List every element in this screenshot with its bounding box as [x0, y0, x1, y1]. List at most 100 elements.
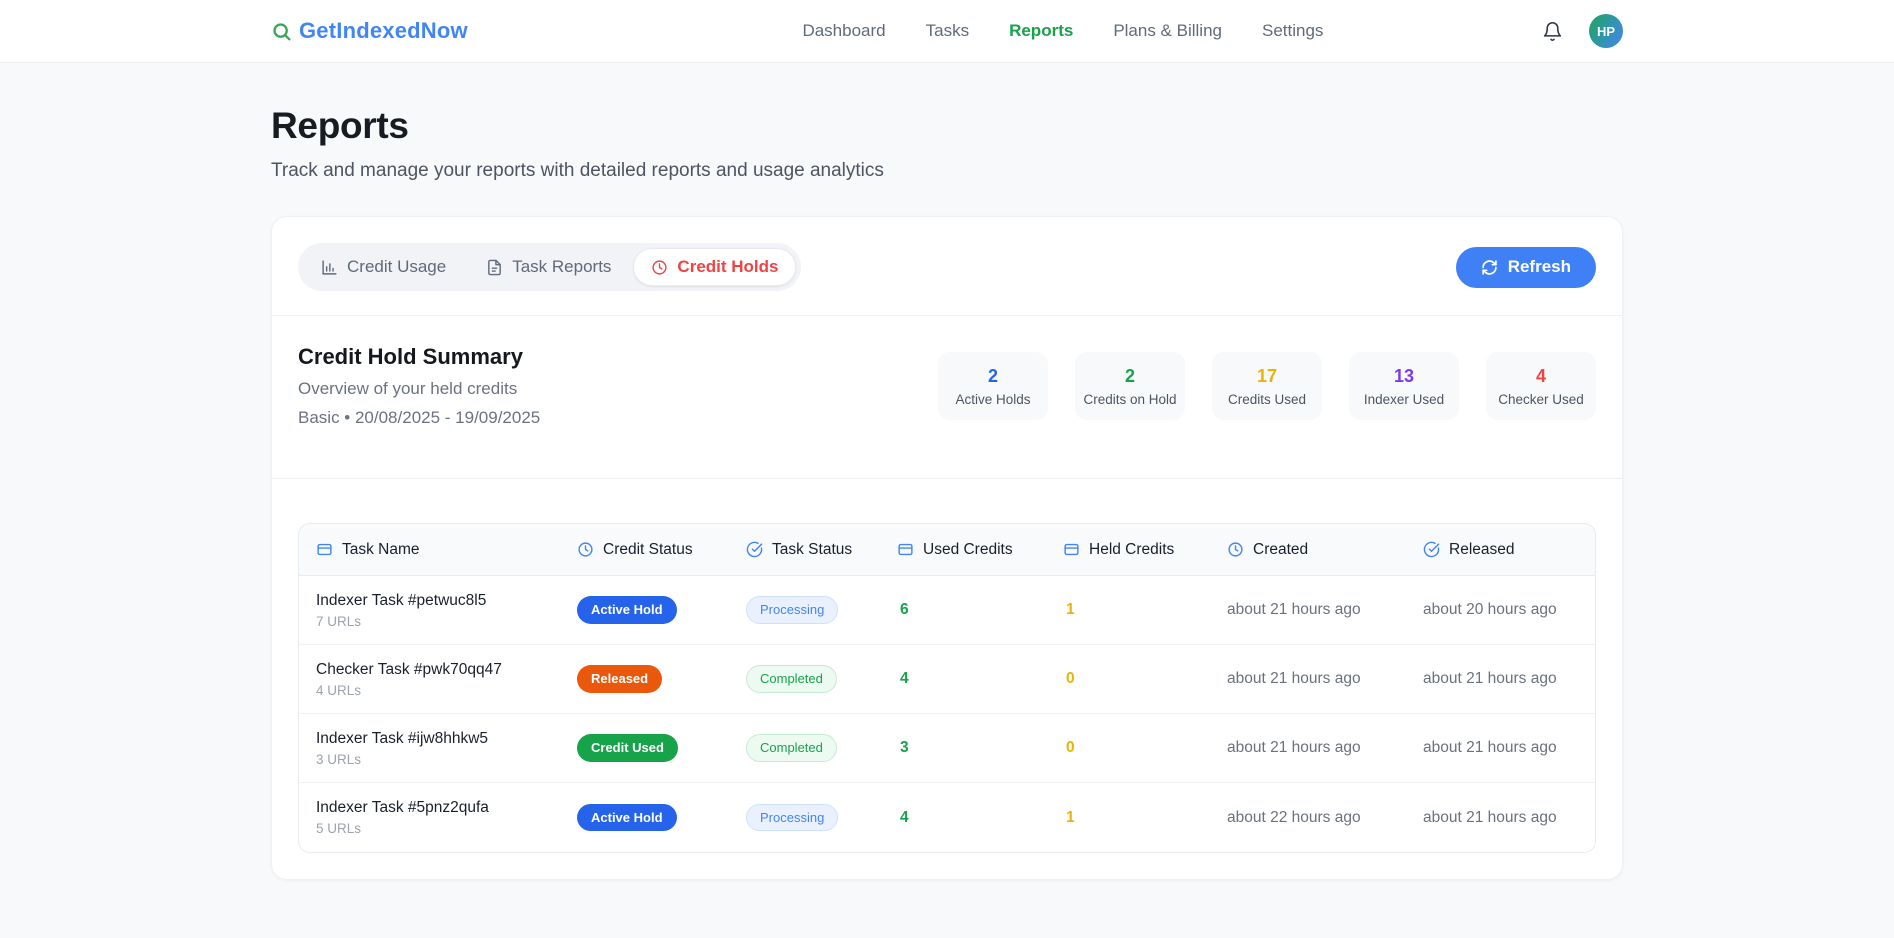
bell-icon [1542, 21, 1563, 42]
summary-subtitle: Overview of your held credits [298, 379, 540, 399]
check-circle-icon [1423, 541, 1440, 558]
stat-label: Credits Used [1218, 392, 1316, 407]
task-name: Indexer Task #petwuc8l5 [316, 592, 577, 610]
nav-item-tasks[interactable]: Tasks [926, 21, 969, 41]
column-header-credit-status: Credit Status [577, 541, 746, 559]
released-time: about 21 hours ago [1423, 739, 1595, 757]
nav-item-reports[interactable]: Reports [1009, 21, 1073, 41]
task-status-cell: Completed [746, 734, 897, 762]
stat-card-active-holds: 2Active Holds [938, 352, 1048, 420]
released-time: about 21 hours ago [1423, 670, 1595, 688]
stat-value: 13 [1355, 366, 1453, 387]
plan-period: Basic • 20/08/2025 - 19/09/2025 [298, 408, 540, 428]
brand-logo[interactable]: GetIndexedNow [271, 18, 468, 44]
tab-credit-usage[interactable]: Credit Usage [303, 248, 464, 286]
card-icon [897, 541, 914, 558]
credit-status-cell: Active Hold [577, 596, 746, 624]
stat-card-checker-used: 4Checker Used [1486, 352, 1596, 420]
stat-label: Checker Used [1492, 392, 1590, 407]
column-header-task-name: Task Name [299, 541, 577, 559]
column-label: Credit Status [603, 541, 693, 559]
column-header-released: Released [1423, 541, 1595, 559]
refresh-label: Refresh [1508, 257, 1571, 277]
page-title: Reports [271, 105, 1623, 147]
task-status-cell: Processing [746, 596, 897, 624]
tab-credit-holds[interactable]: Credit Holds [633, 248, 796, 286]
stat-card-credits-on-hold: 2Credits on Hold [1075, 352, 1185, 420]
created-time: about 21 hours ago [1227, 601, 1423, 619]
column-label: Used Credits [923, 541, 1013, 559]
column-header-task-status: Task Status [746, 541, 897, 559]
used-credits-value: 6 [897, 601, 1063, 619]
table-header: Task Name Credit Status Task Status Used Cr… [299, 524, 1595, 576]
column-label: Held Credits [1089, 541, 1174, 559]
card-icon [316, 541, 333, 558]
held-credits-value: 0 [1063, 670, 1227, 688]
stat-card-indexer-used: 13 Indexer Used [1349, 352, 1459, 420]
tab-task-reports[interactable]: Task Reports [468, 248, 629, 286]
credit-status-badge: Released [577, 665, 662, 693]
tab-label: Task Reports [512, 257, 611, 277]
held-credits-value: 0 [1063, 739, 1227, 757]
task-status-pill: Processing [746, 804, 838, 832]
table-row: Checker Task #pwk70qq47 4 URLsReleased Com… [299, 645, 1595, 714]
credit-status-badge: Credit Used [577, 734, 678, 762]
column-label: Task Name [342, 541, 420, 559]
search-icon [271, 21, 292, 42]
page-subtitle: Track and manage your reports with detai… [271, 160, 1623, 182]
file-icon [486, 259, 503, 276]
summary-stats: 2Active Holds 2Credits on Hold 17Credits U… [938, 352, 1596, 420]
task-status-cell: Completed [746, 665, 897, 693]
created-time: about 21 hours ago [1227, 670, 1423, 688]
column-label: Created [1253, 541, 1308, 559]
released-time: about 21 hours ago [1423, 809, 1595, 827]
credit-status-cell: Released [577, 665, 746, 693]
column-header-used-credits: Used Credits [897, 541, 1063, 559]
column-header-created: Created [1227, 541, 1423, 559]
nav-item-plans-billing[interactable]: Plans & Billing [1113, 21, 1222, 41]
main-nav: Dashboard Tasks Reports Plans & Billing Sett… [682, 21, 1323, 41]
task-status-pill: Completed [746, 665, 837, 693]
reports-card: Credit Usage Task Reports Credit Holds Ref… [271, 216, 1623, 880]
notifications-button[interactable] [1538, 17, 1567, 46]
task-name: Checker Task #pwk70qq47 [316, 661, 577, 679]
card-icon [1063, 541, 1080, 558]
task-url-count: 7 URLs [316, 614, 577, 629]
task-status-pill: Processing [746, 596, 838, 624]
stat-value: 2 [1081, 366, 1179, 387]
credit-holds-table: Task Name Credit Status Task Status Used Cr… [298, 523, 1596, 853]
task-status-pill: Completed [746, 734, 837, 762]
held-credits-value: 1 [1063, 601, 1227, 619]
stat-label: Indexer Used [1355, 392, 1453, 407]
check-circle-icon [746, 541, 763, 558]
column-label: Released [1449, 541, 1515, 559]
created-time: about 22 hours ago [1227, 809, 1423, 827]
top-navbar: GetIndexedNow Dashboard Tasks Reports Plans… [0, 0, 1894, 63]
held-credits-value: 1 [1063, 809, 1227, 827]
bar-chart-icon [321, 259, 338, 276]
credit-status-badge: Active Hold [577, 804, 677, 832]
clock-icon [1227, 541, 1244, 558]
table-row: Indexer Task #ijw8hhkw53 URLsCredit Used… [299, 714, 1595, 783]
stat-card-credits-used: 17Credits Used [1212, 352, 1322, 420]
credit-status-cell: Credit Used [577, 734, 746, 762]
task-url-count: 3 URLs [316, 752, 577, 767]
task-cell: Checker Task #pwk70qq47 4 URLs [299, 661, 577, 698]
tab-label: Credit Holds [677, 257, 778, 277]
table-row: Indexer Task #5pnz2qufa5 URLsActive Hold… [299, 783, 1595, 852]
refresh-icon [1481, 259, 1498, 276]
credit-status-cell: Active Hold [577, 804, 746, 832]
task-cell: Indexer Task #ijw8hhkw53 URLs [299, 730, 577, 767]
clock-icon [577, 541, 594, 558]
nav-item-dashboard[interactable]: Dashboard [802, 21, 885, 41]
reports-page: Reports Track and manage your reports wi… [271, 63, 1623, 880]
avatar[interactable]: HP [1589, 14, 1623, 48]
column-header-held-credits: Held Credits [1063, 541, 1227, 559]
task-status-cell: Processing [746, 804, 897, 832]
nav-item-settings[interactable]: Settings [1262, 21, 1323, 41]
task-cell: Indexer Task #petwuc8l5 7 URLs [299, 592, 577, 629]
credit-status-badge: Active Hold [577, 596, 677, 624]
divider [272, 478, 1622, 479]
refresh-button[interactable]: Refresh [1456, 247, 1596, 288]
task-url-count: 4 URLs [316, 683, 577, 698]
